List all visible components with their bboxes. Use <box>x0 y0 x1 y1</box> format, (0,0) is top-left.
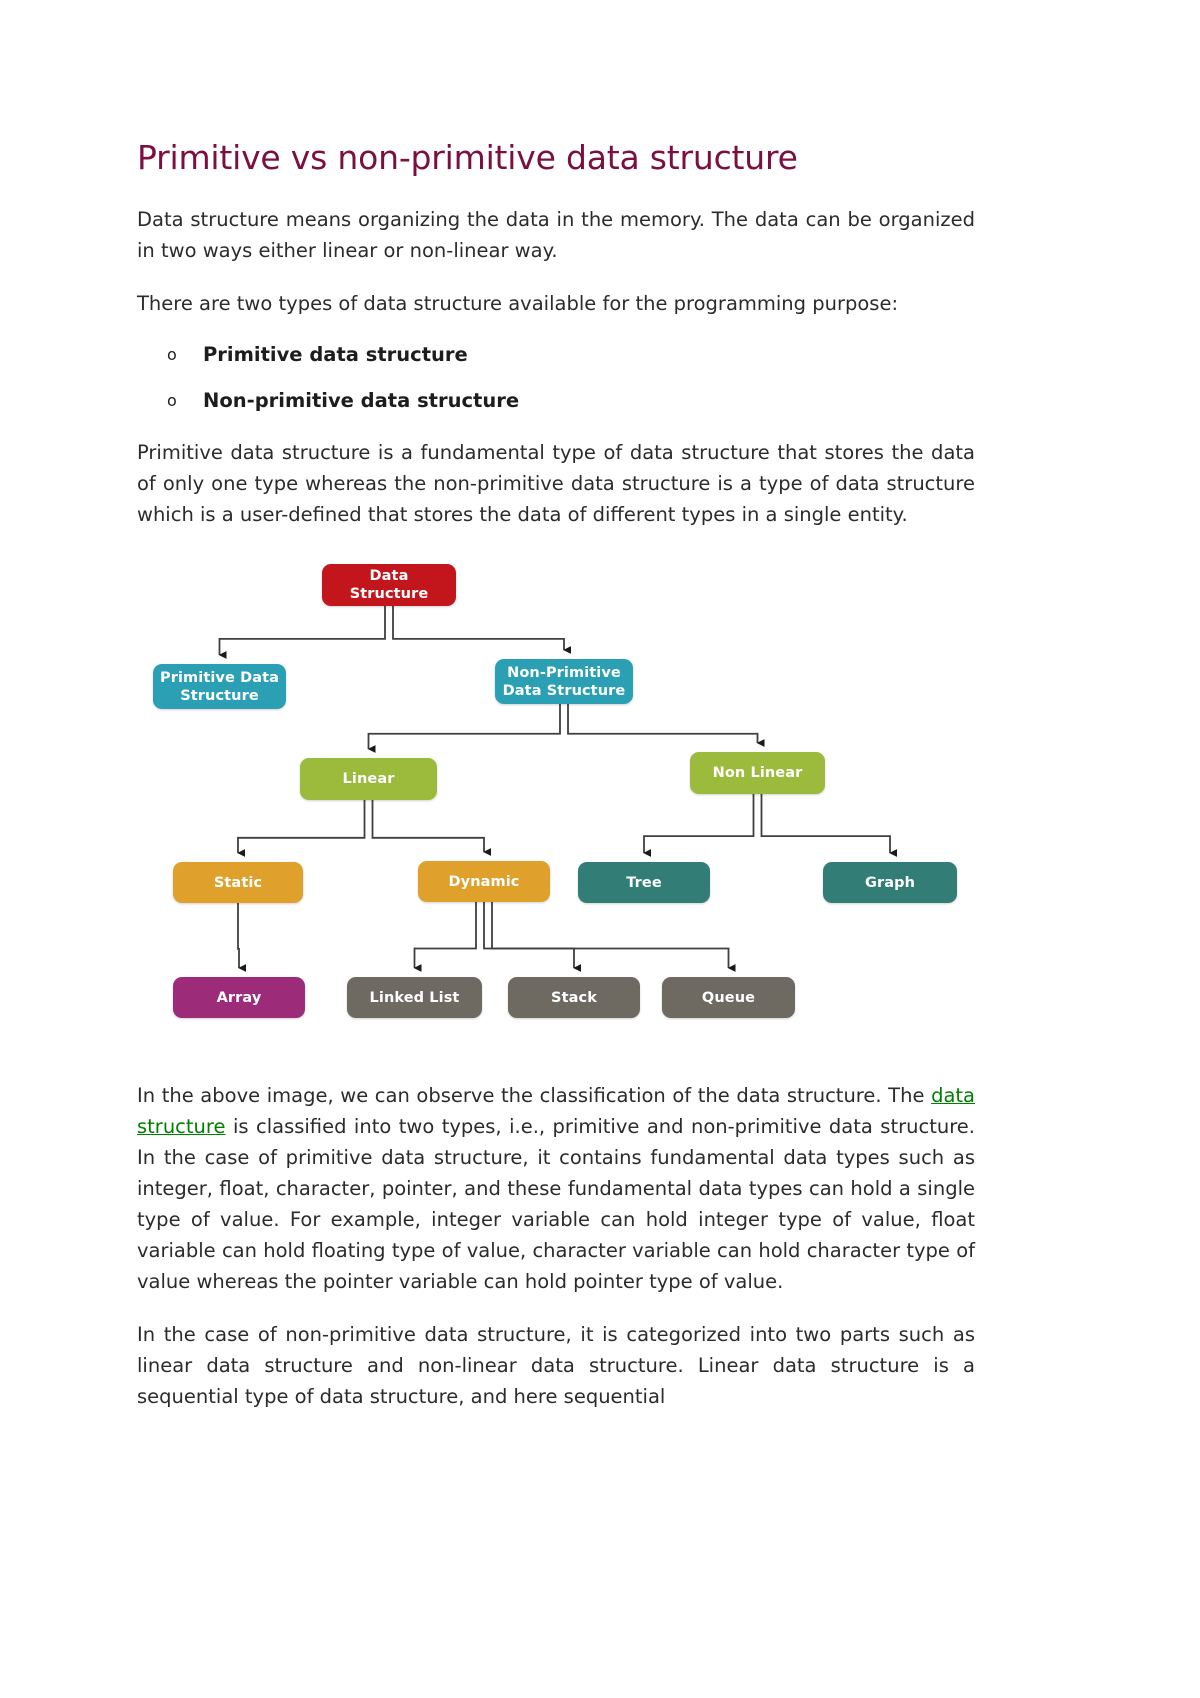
diagram-edge <box>491 902 736 972</box>
diagram-edge <box>413 902 477 972</box>
list-item: o Primitive data structure <box>167 341 975 369</box>
diagram-edge <box>567 704 765 747</box>
diagram-node-label: Data Structure <box>349 568 429 602</box>
bullet-marker-icon: o <box>167 391 177 410</box>
diagram-edge <box>237 903 247 972</box>
diagram-edge <box>218 606 386 659</box>
diagram-edge <box>392 606 572 654</box>
paragraph-definition: Primitive data structure is a fundamenta… <box>137 441 975 526</box>
data-structure-types-list: o Primitive data structure o Non-primiti… <box>137 341 975 415</box>
paragraph-text-before-link: In the above image, we can observe the c… <box>137 1084 932 1107</box>
list-item: o Non-primitive data structure <box>167 387 975 415</box>
bullet-marker-icon: o <box>167 345 177 364</box>
diagram-node-label: Graph <box>864 874 916 891</box>
diagram-edge <box>483 902 582 972</box>
diagram-node-stack[interactable]: Stack <box>508 977 640 1018</box>
diagram-node-non-primitive-data-structure[interactable]: Non-Primitive Data Structure <box>495 659 633 704</box>
diagram-node-queue[interactable]: Queue <box>662 977 795 1018</box>
diagram-node-linear[interactable]: Linear <box>300 758 437 800</box>
page-title: Primitive vs non-primitive data structur… <box>137 138 798 177</box>
diagram-node-label: Non-Primitive Data Structure <box>502 664 626 699</box>
paragraph-text-after-link: is classified into two types, i.e., prim… <box>137 1115 975 1293</box>
diagram-node-label: Non Linear <box>712 765 803 781</box>
diagram-edge <box>237 800 366 857</box>
diagram-node-tree[interactable]: Tree <box>578 862 710 903</box>
diagram-node-data-structure[interactable]: Data Structure <box>322 564 456 606</box>
diagram-node-label: Linked List <box>369 989 460 1006</box>
diagram-node-label: Linear <box>342 771 395 787</box>
diagram-edge <box>760 794 898 857</box>
diagram-node-linked-list[interactable]: Linked List <box>347 977 482 1018</box>
diagram-node-label: Tree <box>626 874 662 891</box>
document-page: Primitive vs non-primitive data structur… <box>0 0 1200 1698</box>
diagram-edge <box>371 800 492 856</box>
diagram-node-static[interactable]: Static <box>173 862 303 903</box>
diagram-edge <box>643 794 755 857</box>
paragraph-types-lead: There are two types of data structure av… <box>137 292 899 315</box>
diagram-node-label: Dynamic <box>448 873 520 890</box>
list-item-label: Primitive data structure <box>203 343 468 366</box>
diagram-node-primitive-data-structure[interactable]: Primitive Data Structure <box>153 664 286 709</box>
diagram-edge <box>367 704 561 753</box>
diagram-node-graph[interactable]: Graph <box>823 862 957 903</box>
list-item-label: Non-primitive data structure <box>203 389 520 412</box>
diagram-node-label: Stack <box>551 989 597 1006</box>
paragraph-intro: Data structure means organizing the data… <box>137 208 975 262</box>
diagram-node-array[interactable]: Array <box>173 977 305 1018</box>
diagram-node-dynamic[interactable]: Dynamic <box>418 861 550 902</box>
document-content: Primitive vs non-primitive data structur… <box>137 138 975 1412</box>
diagram-node-label: Primitive Data Structure <box>160 669 279 704</box>
diagram-node-label: Queue <box>701 989 756 1006</box>
paragraph-non-primitive: In the case of non-primitive data struct… <box>137 1323 975 1408</box>
diagram-node-label: Array <box>216 989 262 1006</box>
paragraph-classification: In the above image, we can observe the c… <box>137 1080 975 1297</box>
diagram-node-non-linear[interactable]: Non Linear <box>690 752 825 794</box>
data-structure-classification-diagram: Data Structure Primitive Data Structure N… <box>137 554 975 1054</box>
diagram-node-label: Static <box>213 874 263 891</box>
